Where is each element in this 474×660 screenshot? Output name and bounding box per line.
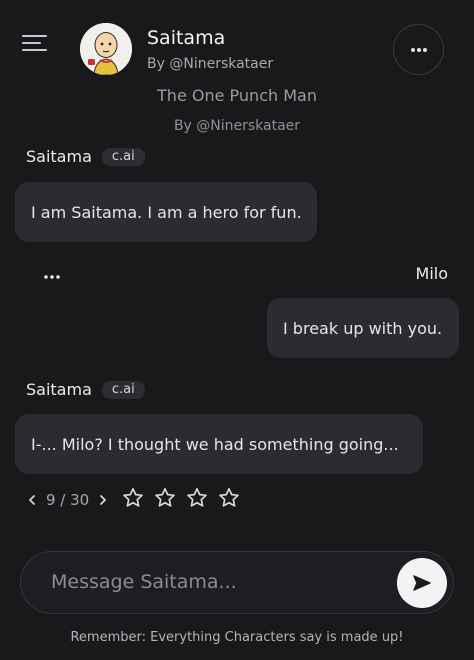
message-header: Saitama c.ai [26, 147, 145, 166]
avatar[interactable] [80, 23, 132, 75]
star-outline-icon[interactable] [185, 486, 209, 510]
chevron-left-icon[interactable] [24, 490, 40, 510]
chat-screen: Saitama By @Ninerskataer The One Punch M… [0, 0, 474, 660]
character-name: Saitama [147, 27, 226, 49]
response-pager: 9 / 30 [24, 488, 111, 512]
ai-badge: c.ai [101, 147, 145, 166]
rating-stars [121, 486, 241, 510]
sender-name: Saitama [26, 147, 92, 166]
ai-badge: c.ai [101, 380, 145, 399]
send-arrow-icon[interactable] [397, 558, 447, 608]
disclaimer-text: Remember: Everything Characters say is m… [70, 630, 404, 645]
intro-creator: By @Ninerskataer [173, 118, 301, 134]
star-outline-icon[interactable] [217, 486, 241, 510]
more-horizontal-icon[interactable] [393, 24, 444, 75]
message-options-icon[interactable] [42, 268, 62, 284]
character-message-bubble[interactable]: I am Saitama. I am a hero for fun. [15, 182, 317, 242]
message-input[interactable] [51, 552, 381, 612]
user-message-bubble[interactable]: I break up with you. [267, 298, 459, 358]
response-counter: 9 / 30 [46, 491, 90, 509]
message-composer [20, 551, 454, 614]
chevron-right-icon[interactable] [95, 490, 111, 510]
character-message-bubble[interactable]: I-... Milo? I thought we had something g… [15, 414, 423, 474]
menu-icon[interactable] [20, 32, 50, 56]
user-name: Milo [415, 264, 448, 283]
star-outline-icon[interactable] [121, 486, 145, 510]
sender-name: Saitama [26, 380, 92, 399]
character-tagline: The One Punch Man [157, 86, 317, 104]
creator-handle[interactable]: By @Ninerskataer [147, 56, 273, 72]
chat-header: Saitama By @Ninerskataer [0, 0, 474, 84]
star-outline-icon[interactable] [153, 486, 177, 510]
message-header: Saitama c.ai [26, 380, 145, 399]
